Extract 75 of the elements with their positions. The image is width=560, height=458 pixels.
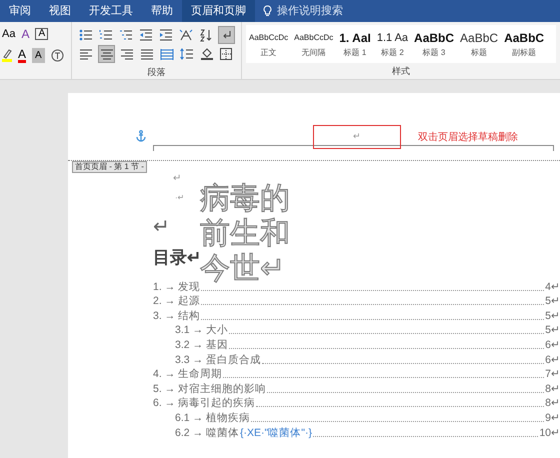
numbered-list-icon xyxy=(99,28,114,42)
char-border-button[interactable]: A xyxy=(35,28,48,40)
shading-icon xyxy=(200,47,214,62)
ribbon-tab[interactable]: 页眉和页脚 xyxy=(182,0,255,22)
toc-entry[interactable]: 3. → 结构 5↵ xyxy=(153,308,560,323)
paragraph-mark: ↵ xyxy=(353,130,361,144)
title-text: 前生和 xyxy=(200,216,290,251)
distributed-icon xyxy=(160,47,174,62)
lightbulb-icon xyxy=(263,5,272,17)
bullet-list-icon xyxy=(79,28,94,42)
style-gallery-item[interactable]: 1.1 Aa 标题 2 xyxy=(374,25,412,63)
justify-icon xyxy=(140,47,154,62)
toolbar-button[interactable] xyxy=(218,26,235,44)
toc-entry[interactable]: 4. → 生命周期 7↵ xyxy=(153,367,560,382)
sort-icon xyxy=(199,28,214,42)
clear-format-button[interactable]: A xyxy=(21,25,30,43)
toc-entry[interactable]: 6.2 → 噬菌体{·XE·"噬菌体"·} 10↵ xyxy=(175,426,560,440)
style-name: 标题 2 xyxy=(381,47,404,59)
paragraph-mark: ·↵ xyxy=(175,193,185,203)
style-gallery-item[interactable]: AaBbC 副标题 xyxy=(501,25,548,63)
borders-icon xyxy=(219,47,234,62)
toc-entry[interactable]: 2. → 起源 5↵ xyxy=(153,294,560,308)
toc-entry[interactable]: 3.2 → 基因 6↵ xyxy=(175,338,560,352)
style-preview: AaBbCcDc xyxy=(249,32,288,44)
style-preview: AaBbC xyxy=(504,30,544,47)
style-gallery-item[interactable]: AaBbC 标题 xyxy=(457,25,502,63)
paragraph-mark: ↵ xyxy=(153,215,171,240)
style-preview: AaBbC xyxy=(460,30,498,47)
annotation-text: 双击页眉选择草稿删除 xyxy=(418,130,518,145)
decrease-indent-icon xyxy=(139,28,154,42)
paragraph-mark: ↵ xyxy=(173,172,181,183)
style-preview: 1.1 Aa xyxy=(376,31,408,46)
title-text: 今世↵ xyxy=(200,251,286,286)
font-color-button[interactable]: A xyxy=(18,48,26,62)
toolbar-button[interactable] xyxy=(98,45,116,64)
char-shading-button[interactable]: A xyxy=(32,48,45,62)
style-preview: AaBbC xyxy=(414,30,454,47)
asian-layout-icon xyxy=(179,28,194,42)
group-label: 样式 xyxy=(391,65,411,78)
anchor-icon xyxy=(136,130,146,142)
align-center-icon xyxy=(100,47,114,62)
font-size-button[interactable]: Aa xyxy=(2,26,16,42)
line-spacing-icon xyxy=(180,47,194,62)
group-label: 段落 xyxy=(146,66,166,78)
ribbon-tab[interactable]: 开发工具 xyxy=(80,0,142,22)
toc-entry[interactable]: 3.1 → 大小 5↵ xyxy=(175,323,560,338)
style-gallery-item[interactable]: AaBbCcDc 无间隔 xyxy=(291,25,336,63)
title-text: 病毒的 xyxy=(200,181,290,216)
style-gallery-item[interactable]: AaBbC 标题 3 xyxy=(411,25,458,63)
style-gallery-item[interactable]: AaBbCcDc 正文 xyxy=(246,25,292,63)
search-field[interactable]: 操作说明搜索 xyxy=(255,0,351,22)
ribbon-tab[interactable]: 视图 xyxy=(40,0,80,22)
increase-indent-icon xyxy=(159,28,174,42)
style-name: 标题 xyxy=(471,47,488,59)
highlighter-icon[interactable] xyxy=(2,48,12,62)
ribbon-tab[interactable]: 审阅 xyxy=(0,0,40,22)
toc-entry[interactable]: 5. → 对宿主细胞的影响 8↵ xyxy=(153,382,560,396)
ribbon-tab[interactable]: 帮助 xyxy=(142,0,182,22)
style-name: 标题 1 xyxy=(344,47,366,59)
enclosed-char-icon[interactable] xyxy=(50,48,64,62)
align-right-icon xyxy=(120,47,134,62)
style-gallery-item[interactable]: 1. AaI 标题 1 xyxy=(336,25,374,63)
style-preview: AaBbCcDc xyxy=(294,32,334,44)
style-name: 副标题 xyxy=(512,47,536,59)
toc-entry[interactable]: 6. → 病毒引起的疾病 8↵ xyxy=(153,396,560,410)
header-section-label: 首页页眉 - 第 1 节 - xyxy=(72,161,147,173)
style-name: 正文 xyxy=(260,47,277,59)
toc-entry[interactable]: 6.1 → 植物疾病 9↵ xyxy=(175,410,560,425)
toc-heading: 目录↵ xyxy=(153,247,197,267)
toc-entry[interactable]: 3.3 → 蛋白质合成 6↵ xyxy=(175,352,560,367)
align-left-icon xyxy=(79,47,94,62)
multilevel-list-icon xyxy=(119,28,134,42)
style-preview: 1. AaI xyxy=(339,30,371,47)
style-name: 标题 3 xyxy=(422,47,446,59)
style-name: 无间隔 xyxy=(302,47,326,59)
